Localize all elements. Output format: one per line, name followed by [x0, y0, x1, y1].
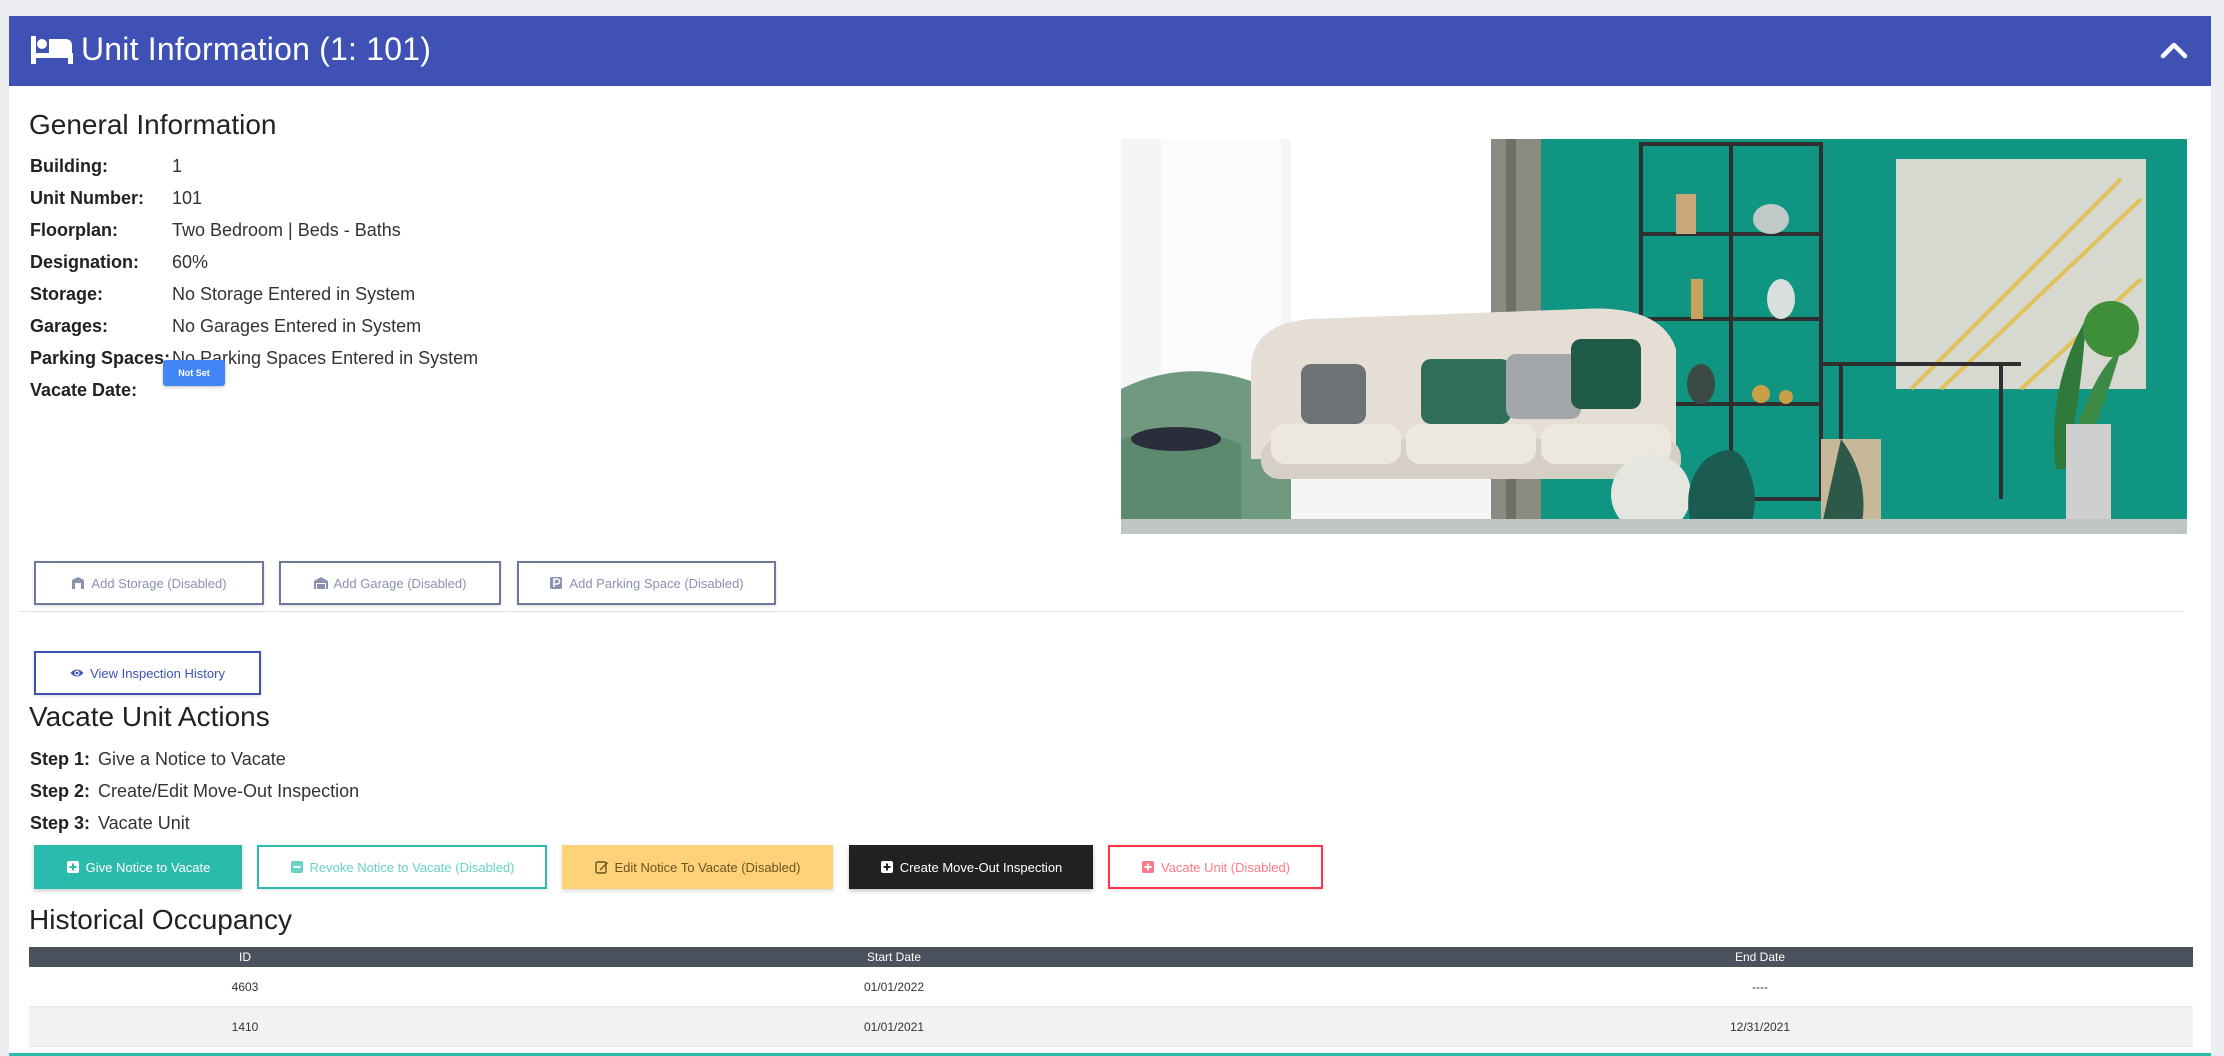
edit-notice-label: Edit Notice To Vacate (Disabled)	[614, 859, 801, 875]
info-value: No Storage Entered in System	[172, 284, 416, 304]
info-label: Garages:	[30, 316, 109, 336]
info-label: Parking Spaces:	[30, 348, 171, 368]
info-label: Designation:	[30, 252, 140, 272]
info-label: Unit Number:	[30, 188, 144, 208]
revoke-notice-label: Revoke Notice to Vacate (Disabled)	[309, 859, 515, 875]
info-value: 101	[172, 188, 203, 208]
unit-photo	[1121, 139, 2187, 534]
edit-notice-to-vacate-button[interactable]: Edit Notice To Vacate (Disabled)	[562, 845, 833, 889]
eye-icon	[70, 669, 84, 677]
minus-square-icon	[290, 861, 303, 873]
edit-icon	[594, 861, 608, 874]
step-label: Step 1:	[30, 749, 91, 769]
section-divider	[20, 611, 2184, 612]
cell-end-date: ----	[1327, 967, 2193, 1007]
give-notice-label: Give Notice to Vacate	[85, 859, 211, 875]
create-inspection-label: Create Move-Out Inspection	[899, 859, 1063, 875]
column-header-end-date: End Date	[1327, 947, 2193, 967]
plus-square-icon	[66, 861, 79, 873]
step-label: Step 3:	[30, 813, 91, 833]
table-row: 1410 01/01/2021 12/31/2021	[29, 1006, 2193, 1047]
add-storage-button[interactable]: Add Storage (Disabled)	[34, 561, 264, 605]
vacate-unit-actions-heading: Vacate Unit Actions	[29, 701, 270, 732]
info-label: Floorplan:	[30, 220, 118, 240]
info-value: No Garages Entered in System	[172, 316, 422, 336]
table-header-row: ID Start Date End Date	[29, 947, 2193, 967]
add-storage-label: Add Storage (Disabled)	[91, 575, 227, 591]
table-row: 4603 01/01/2022 ----	[29, 967, 2193, 1007]
historical-occupancy-heading: Historical Occupancy	[29, 904, 292, 935]
cell-id: 4603	[29, 967, 461, 1007]
bed-icon	[31, 36, 73, 64]
add-garage-button[interactable]: Add Garage (Disabled)	[279, 561, 501, 605]
storage-icon	[72, 577, 85, 589]
cell-start-date: 01/01/2021	[461, 1006, 1327, 1047]
info-value: 60%	[172, 252, 209, 272]
add-parking-space-button[interactable]: Add Parking Space (Disabled)	[517, 561, 776, 605]
add-garage-label: Add Garage (Disabled)	[333, 575, 467, 591]
add-parking-space-label: Add Parking Space (Disabled)	[569, 575, 744, 591]
step-text: Give a Notice to Vacate	[98, 749, 286, 769]
give-notice-to-vacate-button[interactable]: Give Notice to Vacate	[34, 845, 242, 889]
general-information-heading: General Information	[29, 109, 277, 140]
chevron-up-icon[interactable]	[2157, 34, 2191, 68]
vacate-date-badge[interactable]: Not Set	[163, 360, 225, 386]
card-header: Unit Information (1: 101)	[9, 16, 2211, 86]
vacate-unit-label: Vacate Unit (Disabled)	[1160, 859, 1291, 875]
create-move-out-inspection-button[interactable]: Create Move-Out Inspection	[849, 845, 1093, 889]
view-inspection-history-label: View Inspection History	[90, 665, 225, 681]
cell-end-date: 12/31/2021	[1327, 1006, 2193, 1047]
vacate-unit-button[interactable]: Vacate Unit (Disabled)	[1108, 845, 1323, 889]
step-text: Create/Edit Move-Out Inspection	[98, 781, 360, 801]
plus-square-icon	[880, 861, 893, 873]
info-label: Storage:	[30, 284, 104, 304]
column-header-id: ID	[29, 947, 461, 967]
step-label: Step 2:	[30, 781, 91, 801]
card-title: Unit Information (1: 101)	[81, 31, 432, 67]
cell-start-date: 01/01/2022	[461, 967, 1327, 1007]
plus-square-icon	[1141, 861, 1154, 873]
info-value: Two Bedroom | Beds - Baths	[172, 220, 401, 240]
cell-id: 1410	[29, 1006, 461, 1047]
info-label: Vacate Date:	[30, 380, 138, 400]
info-value: 1	[172, 156, 183, 176]
garage-icon	[313, 577, 328, 589]
step-text: Vacate Unit	[98, 813, 190, 833]
parking-icon	[550, 577, 563, 589]
revoke-notice-to-vacate-button[interactable]: Revoke Notice to Vacate (Disabled)	[257, 845, 547, 889]
info-label: Building:	[30, 156, 108, 176]
column-header-start-date: Start Date	[461, 947, 1327, 967]
historical-occupancy-table: ID Start Date End Date 4603 01/01/2022 -…	[29, 947, 2193, 1047]
view-inspection-history-button[interactable]: View Inspection History	[34, 651, 261, 695]
